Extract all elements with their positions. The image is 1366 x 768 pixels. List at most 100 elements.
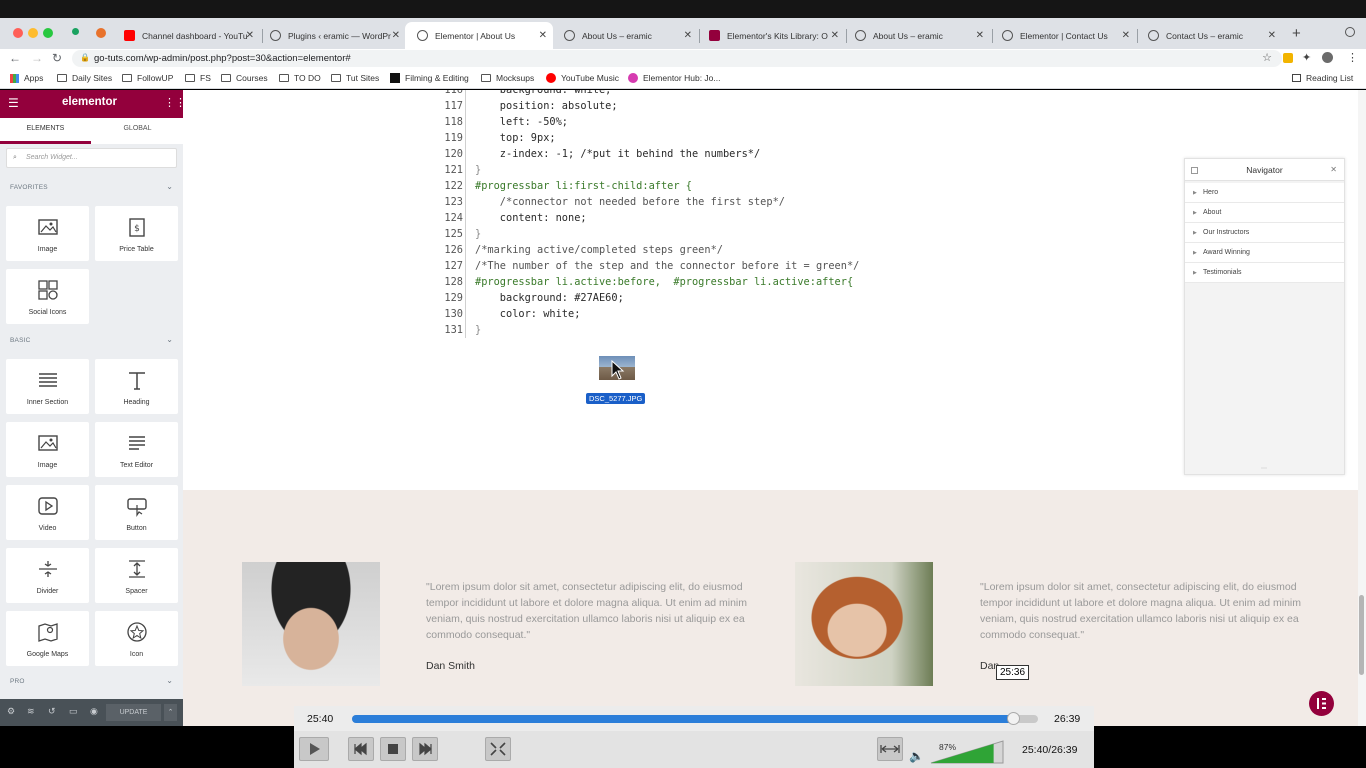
tab-search-icon[interactable] [1345, 27, 1355, 37]
close-tab-icon[interactable]: ✕ [539, 30, 547, 41]
line-number: 130 [444, 308, 463, 320]
stretch-arrows-icon [880, 745, 900, 753]
widget-divider[interactable]: Divider [6, 548, 89, 603]
preview-eye-icon[interactable]: ◉ [90, 706, 98, 717]
back-arrow-icon[interactable]: ← [9, 51, 21, 65]
bookmark-filming[interactable]: Filming & Editing [390, 73, 469, 83]
navigator-item-testimonials[interactable]: ▶ Testimonials [1185, 263, 1344, 283]
close-tab-icon[interactable]: ✕ [1268, 30, 1276, 41]
puzzle-extensions-icon[interactable]: ✦ [1302, 51, 1311, 64]
navigator-item-our-instructors[interactable]: ▶ Our Instructors [1185, 223, 1344, 243]
bookmark-courses[interactable]: Courses [221, 73, 268, 83]
bookmark-tut-sites[interactable]: Tut Sites [331, 73, 379, 83]
section-basic[interactable]: BASIC [10, 337, 31, 344]
tab-elementor-about[interactable]: Elementor | About Us ✕ [405, 22, 553, 49]
navigator-title: Navigator [1246, 165, 1283, 175]
bookmark-daily-sites[interactable]: Daily Sites [57, 73, 112, 83]
responsive-icon[interactable]: ▭ [69, 706, 78, 717]
pinned-tab-icon[interactable] [96, 28, 106, 38]
bookmark-star-icon[interactable]: ☆ [1262, 51, 1272, 64]
navigator-item-about[interactable]: ▶ About [1185, 203, 1344, 223]
bookmark-followup[interactable]: FollowUP [122, 73, 173, 83]
play-button[interactable] [299, 737, 329, 761]
minimize-window-button[interactable] [28, 28, 38, 38]
widget-button[interactable]: Button [95, 485, 178, 540]
speaker-icon[interactable]: 🔈 [909, 749, 924, 763]
widget-video[interactable]: Video [6, 485, 89, 540]
close-tab-icon[interactable]: ✕ [831, 30, 839, 41]
navigator-item-award-winning[interactable]: ▶ Award Winning [1185, 243, 1344, 263]
widget-price-table[interactable]: $ Price Table [95, 206, 178, 261]
widget-label: Price Table [119, 246, 154, 253]
widget-spacer[interactable]: Spacer [95, 548, 178, 603]
bookmark-youtube-music[interactable]: YouTube Music [546, 73, 619, 83]
reading-list[interactable]: Reading List [1292, 73, 1353, 83]
section-favorites[interactable]: FAVORITES [10, 184, 48, 191]
navigator-item-hero[interactable]: ▶ Hero [1185, 183, 1344, 203]
fullscreen-button[interactable] [485, 737, 511, 761]
profile-avatar[interactable] [1322, 52, 1333, 63]
seek-bar-knob[interactable] [1006, 712, 1020, 725]
widget-image[interactable]: Image [6, 206, 89, 261]
navigator-collapse-icon[interactable] [1191, 167, 1198, 174]
tab-elements[interactable]: ELEMENTS [0, 118, 91, 144]
seek-bar[interactable] [352, 712, 1038, 725]
close-tab-icon[interactable]: ✕ [246, 30, 254, 41]
stop-button[interactable] [380, 737, 406, 761]
tab-global[interactable]: GLOBAL [92, 118, 183, 144]
extension-icon[interactable] [72, 28, 79, 35]
extension-badge-icon[interactable] [1283, 53, 1293, 63]
search-widget-input[interactable]: ⌕ Search Widget... [6, 148, 177, 168]
tab-youtube[interactable]: Channel dashboard - YouTu ✕ [112, 22, 260, 49]
tab-plugins[interactable]: Plugins ‹ eramic — WordPr ✕ [258, 22, 406, 49]
section-pro[interactable]: PRO [10, 678, 25, 685]
previous-button[interactable] [348, 737, 374, 761]
elementor-badge-icon[interactable] [1309, 691, 1334, 716]
update-button[interactable]: UPDATE [106, 704, 161, 721]
menu-kebab-icon[interactable]: ⋮ [1347, 51, 1358, 64]
tab-about-us[interactable]: About Us – eramic ✕ [552, 22, 698, 49]
address-bar[interactable]: 🔒 go-tuts.com/wp-admin/post.php?post=30&… [72, 50, 1282, 67]
tab-about-us-2[interactable]: About Us – eramic ✕ [843, 22, 990, 49]
bookmark-fs[interactable]: FS [185, 73, 211, 83]
reload-icon[interactable]: ↻ [52, 51, 62, 65]
bookmark-mocksups[interactable]: Mocksups [481, 73, 534, 83]
close-tab-icon[interactable]: ✕ [976, 30, 984, 41]
chevron-down-icon[interactable]: ⌄ [166, 676, 173, 685]
update-options-caret[interactable]: ⌃ [164, 704, 177, 721]
tab-contact-us[interactable]: Contact Us – eramic ✕ [1136, 22, 1282, 49]
layers-icon[interactable]: ≋ [27, 706, 35, 717]
zoom-window-button[interactable] [43, 28, 53, 38]
widget-social-icons[interactable]: Social Icons [6, 269, 89, 324]
settings-gear-icon[interactable]: ⚙ [7, 706, 15, 717]
resize-handle-icon[interactable]: ⋯ [1261, 465, 1267, 472]
tab-title: Channel dashboard - YouTu [142, 30, 248, 41]
widget-heading[interactable]: Heading [95, 359, 178, 414]
tab-kits-library[interactable]: Elementor's Kits Library: O ✕ [697, 22, 845, 49]
scrollbar-thumb[interactable] [1359, 595, 1364, 675]
new-tab-button[interactable]: + [1292, 25, 1301, 42]
close-tab-icon[interactable]: ✕ [392, 30, 400, 41]
bookmark-apps[interactable]: Apps [10, 73, 43, 83]
hamburger-menu-icon[interactable]: ☰ [8, 96, 19, 110]
widget-text-editor[interactable]: Text Editor [95, 422, 178, 477]
close-icon[interactable]: ✕ [1330, 159, 1337, 181]
bookmark-elementor-hub[interactable]: Elementor Hub: Jo... [628, 73, 720, 83]
aspect-ratio-button[interactable] [877, 737, 903, 761]
canvas-scrollbar[interactable] [1358, 90, 1366, 726]
forward-arrow-icon[interactable]: → [31, 51, 43, 65]
close-tab-icon[interactable]: ✕ [684, 30, 692, 41]
history-icon[interactable]: ↺ [48, 706, 56, 717]
close-window-button[interactable] [13, 28, 23, 38]
bookmark-label: Filming & Editing [405, 73, 469, 83]
close-tab-icon[interactable]: ✕ [1122, 30, 1130, 41]
widget-image-basic[interactable]: Image [6, 422, 89, 477]
widget-google-maps[interactable]: Google Maps [6, 611, 89, 666]
widget-inner-section[interactable]: Inner Section [6, 359, 89, 414]
tab-elementor-contact[interactable]: Elementor | Contact Us ✕ [990, 22, 1136, 49]
next-button[interactable] [412, 737, 438, 761]
chevron-down-icon[interactable]: ⌄ [166, 182, 173, 191]
widget-icon[interactable]: Icon [95, 611, 178, 666]
bookmark-todo[interactable]: TO DO [279, 73, 321, 83]
chevron-down-icon[interactable]: ⌄ [166, 335, 173, 344]
